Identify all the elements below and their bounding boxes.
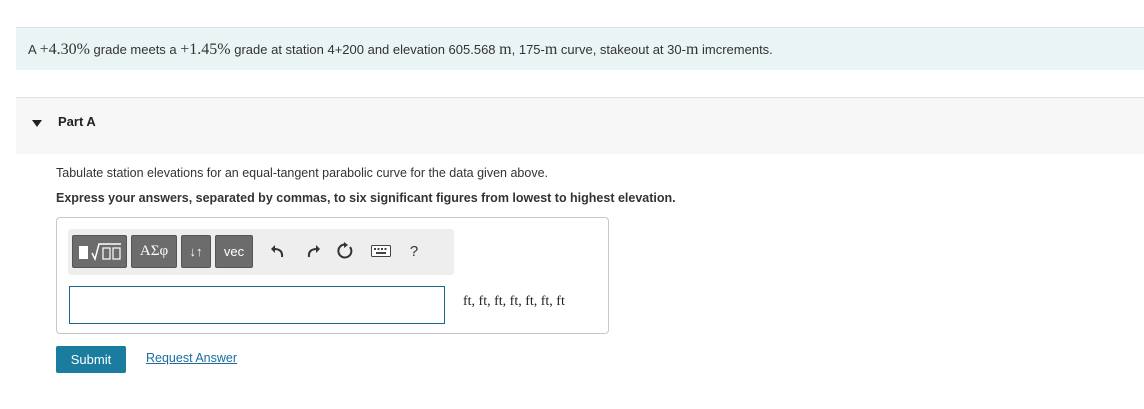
submit-button[interactable]: Submit: [56, 346, 126, 373]
templates-button[interactable]: [72, 235, 127, 268]
reset-icon: [337, 242, 353, 259]
subscript-button[interactable]: ↓↑: [181, 235, 211, 268]
undo-icon: [271, 245, 284, 258]
keyboard-button[interactable]: [368, 238, 394, 264]
problem-text: A: [28, 42, 40, 57]
collapse-caret-icon[interactable]: [32, 120, 42, 127]
redo-button[interactable]: [300, 238, 326, 264]
unit-m: m: [685, 41, 699, 58]
grade-1: +4.30%: [39, 41, 90, 58]
part-header[interactable]: Part A: [16, 97, 1144, 154]
problem-text: imcrements.: [698, 42, 773, 57]
grade-2: +1.45%: [180, 41, 231, 58]
unit-m: m: [544, 41, 558, 58]
problem-statement: A +4.30% grade meets a +1.45% grade at s…: [16, 27, 1144, 70]
undo-button[interactable]: [265, 238, 291, 264]
reset-button[interactable]: [332, 238, 358, 264]
units-label: ft, ft, ft, ft, ft, ft, ft: [463, 294, 565, 309]
instruction-text: Tabulate station elevations for an equal…: [56, 166, 548, 180]
answer-box: ΑΣφ ↓↑ vec ? ft, ft, ft, ft, ft, ft, ft: [56, 217, 609, 334]
problem-text: , 175-: [511, 42, 545, 57]
answer-input[interactable]: [69, 286, 445, 324]
problem-text: curve, stakeout at 30-: [557, 42, 686, 57]
greek-button[interactable]: ΑΣφ: [131, 235, 177, 268]
templates-icon: [78, 242, 121, 261]
problem-text: grade at station 4+200 and elevation 605…: [230, 42, 500, 57]
math-toolbar: ΑΣφ ↓↑ vec ?: [68, 229, 454, 275]
instruction-emphasis: Express your answers, separated by comma…: [56, 191, 676, 205]
unit-m: m: [499, 41, 512, 58]
help-icon[interactable]: ?: [401, 238, 427, 264]
keyboard-icon: [371, 245, 391, 257]
problem-text: grade meets a: [89, 42, 181, 57]
request-answer-link[interactable]: Request Answer: [146, 351, 237, 365]
redo-icon: [307, 245, 320, 258]
vector-button[interactable]: vec: [215, 235, 253, 268]
part-title: Part A: [58, 114, 96, 129]
